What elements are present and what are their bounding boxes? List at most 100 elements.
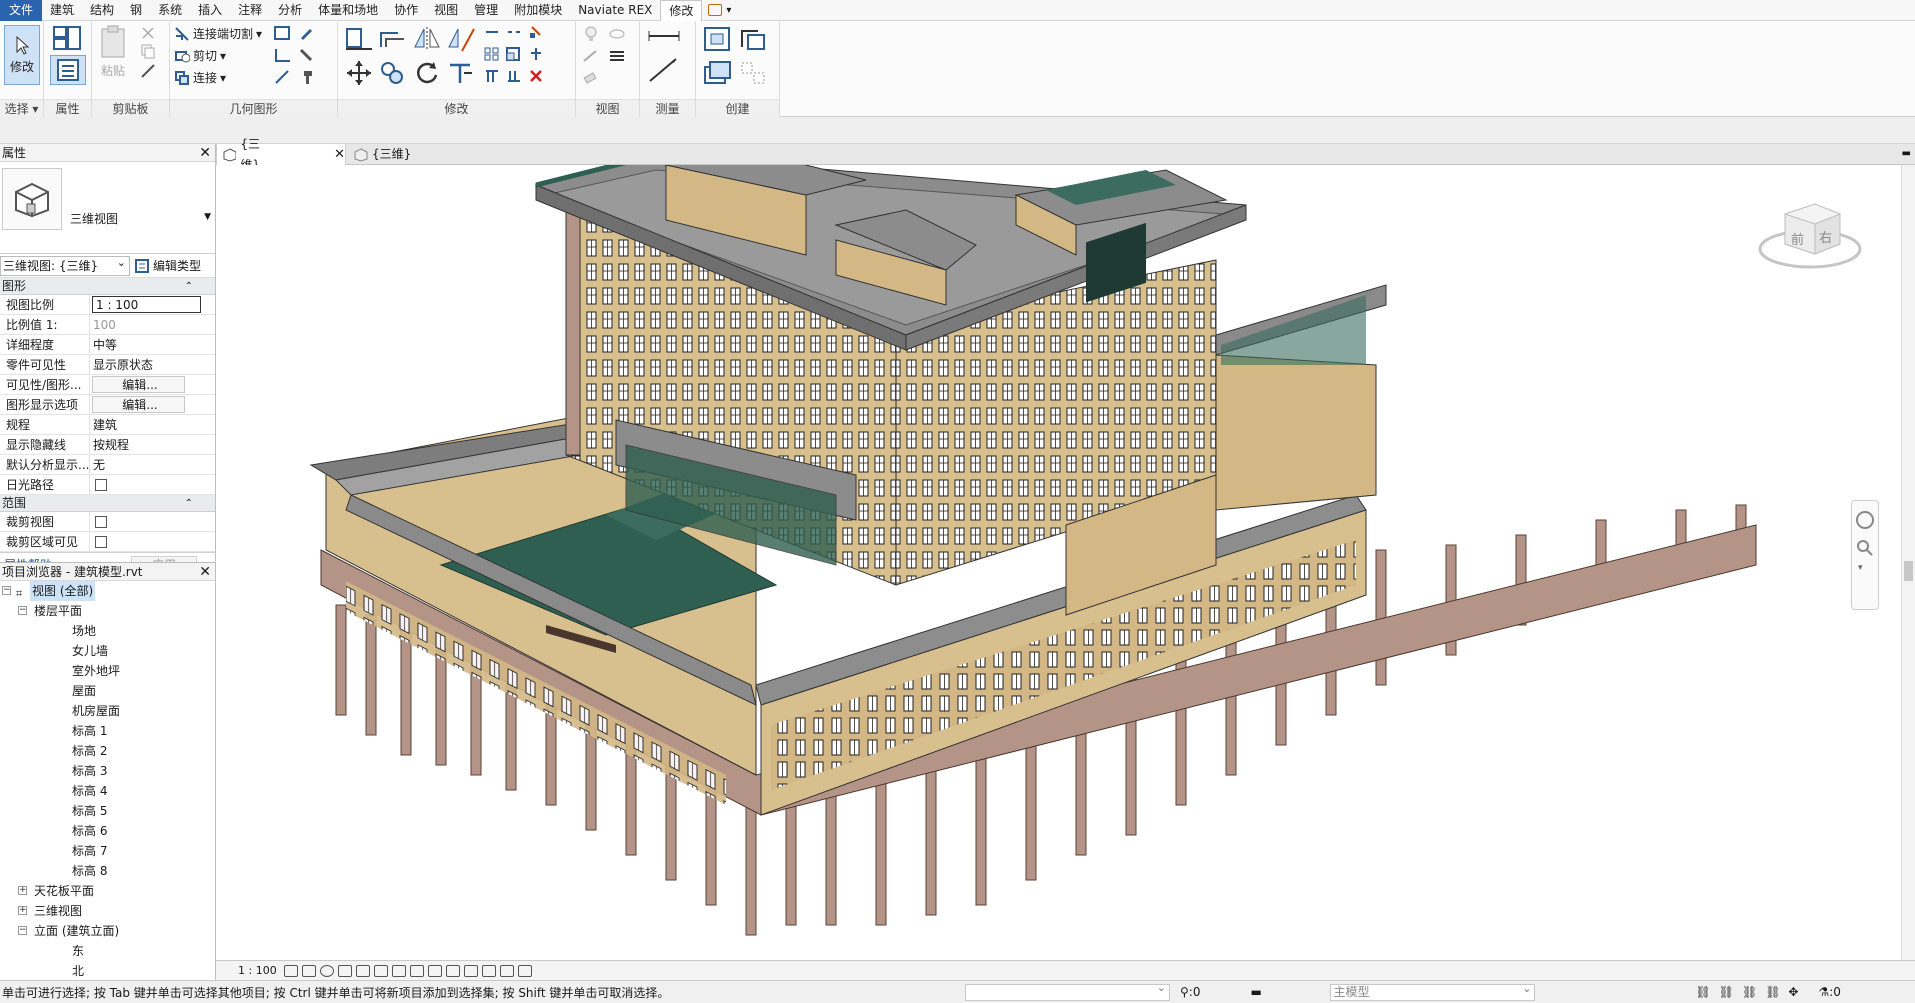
chevron-down-icon[interactable]: ▼	[204, 212, 211, 222]
cut-geometry-button[interactable]: 剪切 ▾	[174, 47, 226, 64]
cope-button[interactable]: 连接端切割 ▾	[174, 25, 262, 42]
property-group-header[interactable]: 范围 ⌃	[0, 495, 215, 512]
browser-tree-item[interactable]: 标高 6	[0, 821, 215, 841]
create-group-icon[interactable]	[702, 59, 734, 87]
mirror-draw-icon[interactable]	[446, 25, 476, 53]
property-group-header[interactable]: 图形 ⌃	[0, 278, 215, 295]
remove-paint-icon[interactable]	[274, 69, 292, 85]
ribbon-tab[interactable]: 协作	[386, 0, 426, 21]
browser-tree-item[interactable]: − ⌗ 视图 (全部)	[0, 581, 215, 601]
browser-tree-item[interactable]: 场地	[0, 621, 215, 641]
checkbox[interactable]	[95, 479, 107, 491]
contextual-tab-icon[interactable]	[708, 4, 723, 16]
align-icon[interactable]	[344, 25, 374, 53]
delete-icon[interactable]	[528, 69, 544, 83]
property-value[interactable]: 1 : 100	[92, 296, 201, 313]
ribbon-tab[interactable]: 视图	[426, 0, 466, 21]
design-option-icon[interactable]: ▬	[1250, 985, 1330, 999]
view-tab-active[interactable]: {三维}✕	[216, 137, 346, 172]
render-icon[interactable]	[356, 964, 370, 977]
ribbon-tab[interactable]: 文件	[0, 0, 43, 21]
select-links-icon[interactable]: ⛓	[1695, 985, 1710, 999]
trim-multiple-icon[interactable]	[484, 69, 500, 83]
collapse-icon[interactable]: −	[2, 586, 11, 595]
unlocked-3d-view-icon[interactable]	[410, 964, 424, 977]
collapse-icon[interactable]: −	[18, 926, 27, 935]
split-face-icon[interactable]	[274, 25, 292, 41]
browser-tree-item[interactable]: 东	[0, 941, 215, 961]
select-by-face-icon[interactable]: ⛓	[1765, 985, 1780, 999]
vertical-scrollbar[interactable]	[1901, 165, 1915, 960]
select-panel-label[interactable]: 选择 ▾	[0, 99, 43, 117]
create-similar-icon[interactable]	[738, 59, 770, 87]
browser-tree-item[interactable]: 标高 4	[0, 781, 215, 801]
join-button[interactable]: 连接 ▾	[174, 69, 226, 86]
expand-icon[interactable]: +	[18, 906, 27, 915]
ribbon-tab[interactable]: 管理	[466, 0, 506, 21]
view-tab[interactable]: {三维}	[348, 144, 468, 165]
eraser-icon[interactable]	[582, 69, 600, 87]
cut-icon[interactable]	[140, 25, 156, 41]
viewcube[interactable]: 前 右	[1755, 189, 1865, 279]
design-option-dropdown[interactable]: 主模型	[1330, 981, 1536, 1001]
ribbon-tab[interactable]: 建筑	[42, 0, 82, 21]
detail-level-icon[interactable]	[284, 964, 298, 977]
steering-wheel-icon[interactable]	[1856, 511, 1874, 529]
browser-tree-item[interactable]: 北	[0, 961, 215, 980]
edit-button[interactable]: 编辑...	[92, 396, 185, 413]
select-underlay-icon[interactable]: ⛓	[1719, 985, 1734, 999]
browser-tree-item[interactable]: 标高 5	[0, 801, 215, 821]
lightbulb-icon[interactable]	[582, 25, 600, 43]
split-icon[interactable]	[484, 25, 500, 39]
browser-tree-item[interactable]: 标高 8	[0, 861, 215, 881]
collapse-icon[interactable]: ⌃	[185, 495, 193, 512]
ribbon-tab[interactable]: 钢	[122, 0, 150, 21]
analytical-model-icon[interactable]	[500, 964, 514, 977]
type-selector[interactable]: 三维视图 ▼	[0, 162, 215, 254]
tab-menu-icon[interactable]: ▬	[1902, 148, 1911, 159]
browser-tree-item[interactable]: 室外地坪	[0, 661, 215, 681]
copy-element-icon[interactable]	[378, 59, 408, 87]
browser-tree-item[interactable]: + 三维视图	[0, 901, 215, 921]
linework-icon[interactable]	[582, 47, 600, 65]
ribbon-tab[interactable]: 修改	[660, 0, 703, 21]
chevron-down-icon[interactable]: ▾	[726, 5, 731, 16]
browser-tree-item[interactable]: − 立面 (建筑立面)	[0, 921, 215, 941]
3d-view-canvas[interactable]: 前 右 ▾	[216, 165, 1901, 960]
select-pinned-icon[interactable]: ⛓	[1742, 985, 1757, 999]
properties-toggle-button[interactable]	[50, 55, 86, 85]
ribbon-tab[interactable]: Naviate REX	[570, 0, 660, 21]
drag-elements-icon[interactable]: ✥	[1788, 985, 1798, 999]
show-crop-region-icon[interactable]	[392, 964, 406, 977]
hide-icon[interactable]	[608, 25, 626, 43]
ribbon-tab[interactable]: 附加模块	[506, 0, 570, 21]
chevron-down-icon[interactable]: ▾	[1858, 563, 1863, 573]
close-icon[interactable]: ✕	[334, 144, 345, 165]
ribbon-tab[interactable]: 注释	[230, 0, 270, 21]
browser-tree-item[interactable]: 屋面	[0, 681, 215, 701]
ribbon-tab[interactable]: 分析	[270, 0, 310, 21]
workset-dropdown[interactable]	[965, 981, 1170, 1001]
type-properties-button[interactable]	[52, 25, 82, 51]
dimension-icon[interactable]	[646, 55, 684, 85]
ribbon-tab[interactable]: 系统	[150, 0, 190, 21]
temporary-view-properties-icon[interactable]	[482, 964, 496, 977]
override-icon[interactable]	[608, 47, 626, 65]
wall-joins-icon[interactable]	[274, 47, 292, 63]
close-icon[interactable]: ✕	[199, 144, 211, 162]
split-gap-icon[interactable]	[506, 25, 522, 39]
offset-icon[interactable]	[378, 25, 408, 53]
ribbon-tab[interactable]: 结构	[82, 0, 122, 21]
crop-view-icon[interactable]	[374, 964, 388, 977]
visual-style-icon[interactable]	[302, 964, 316, 977]
create-assembly-icon[interactable]	[702, 25, 734, 53]
temporary-hide-icon[interactable]	[428, 964, 442, 977]
filter-icon[interactable]: ⚗	[1818, 985, 1829, 999]
browser-tree-item[interactable]: − 楼层平面	[0, 601, 215, 621]
viewcube-front-label[interactable]: 前	[1791, 229, 1804, 248]
mirror-axis-icon[interactable]	[412, 25, 442, 53]
paint-icon[interactable]	[298, 25, 314, 41]
collapse-icon[interactable]: −	[18, 606, 27, 615]
browser-tree-item[interactable]: 标高 7	[0, 841, 215, 861]
edit-button[interactable]: 编辑...	[92, 376, 185, 393]
